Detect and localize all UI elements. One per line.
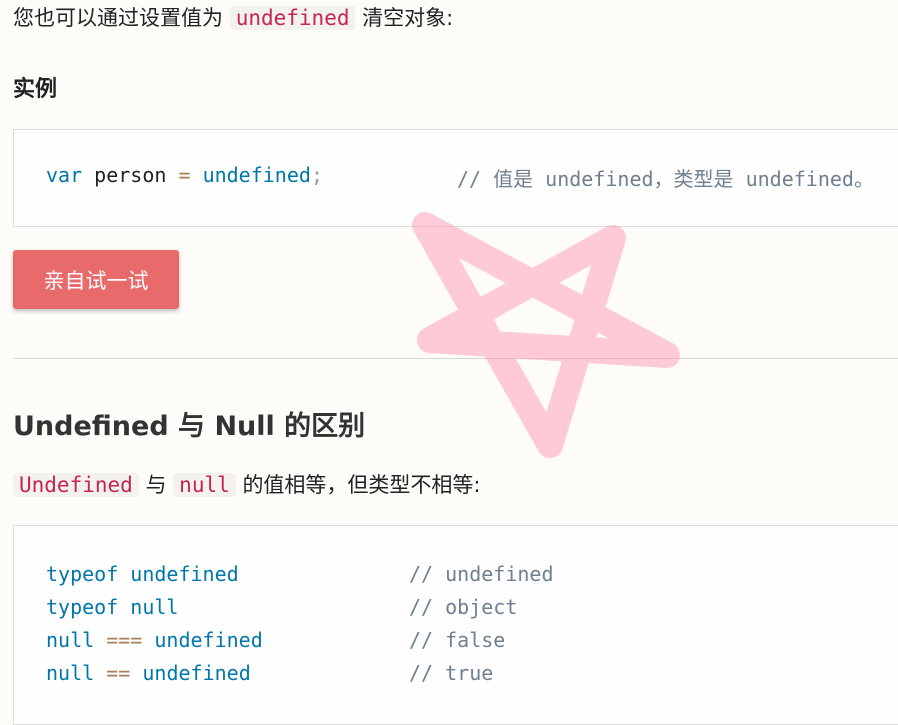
try-it-button[interactable]: 亲自试一试 — [13, 250, 179, 309]
code-value: undefined — [202, 163, 311, 187]
code-comment: // true — [409, 661, 494, 685]
example-heading: 实例 — [13, 77, 58, 102]
code-block: var person = undefined; // 值是 undefined，… — [13, 129, 898, 227]
code-operator: = — [178, 163, 191, 187]
code-comment: // object — [409, 595, 518, 619]
code-keyword: var — [46, 163, 83, 187]
intro-text: 您也可以通过设置值为 — [13, 6, 223, 30]
code-line: typeof undefined — [46, 562, 239, 586]
code-comment: // undefined — [409, 562, 554, 586]
code-expr: typeof undefined — [46, 562, 239, 586]
diff-text-after: 的值相等，但类型不相等: — [242, 473, 481, 497]
intro-paragraph: 您也可以通过设置值为 undefined 清空对象: — [13, 0, 453, 36]
code-operator: == — [106, 661, 131, 685]
code-identifier: person — [94, 163, 167, 187]
diff-code-undefined: Undefined — [13, 473, 139, 497]
code-line: null == undefined — [46, 661, 251, 685]
code-comment: // 值是 undefined，类型是 undefined。 — [457, 167, 874, 191]
code-line: var person = undefined; — [46, 163, 323, 187]
diff-paragraph: Undefined 与 null 的值相等，但类型不相等: — [13, 467, 481, 503]
diff-code-null: null — [173, 473, 236, 497]
divider — [13, 358, 898, 359]
code-comment: // false — [409, 628, 506, 652]
intro-text-after: 清空对象: — [362, 6, 454, 30]
code-expr: undefined — [154, 628, 263, 652]
intro-code: undefined — [229, 6, 356, 30]
section-heading: Undefined 与 Null 的区别 — [13, 411, 366, 442]
code-line: null === undefined — [46, 628, 263, 652]
code-expr: typeof null — [46, 595, 179, 619]
code-block-compare: typeof undefined // undefined typeof nul… — [13, 525, 898, 725]
diff-text-mid: 与 — [145, 473, 167, 497]
code-operator: === — [106, 628, 143, 652]
code-line: typeof null — [46, 595, 178, 619]
code-expr: null — [46, 661, 95, 685]
code-expr: null — [46, 628, 95, 652]
code-expr: undefined — [142, 661, 251, 685]
pentagram-watermark-icon — [412, 212, 680, 458]
code-punctuation: ; — [310, 163, 323, 187]
